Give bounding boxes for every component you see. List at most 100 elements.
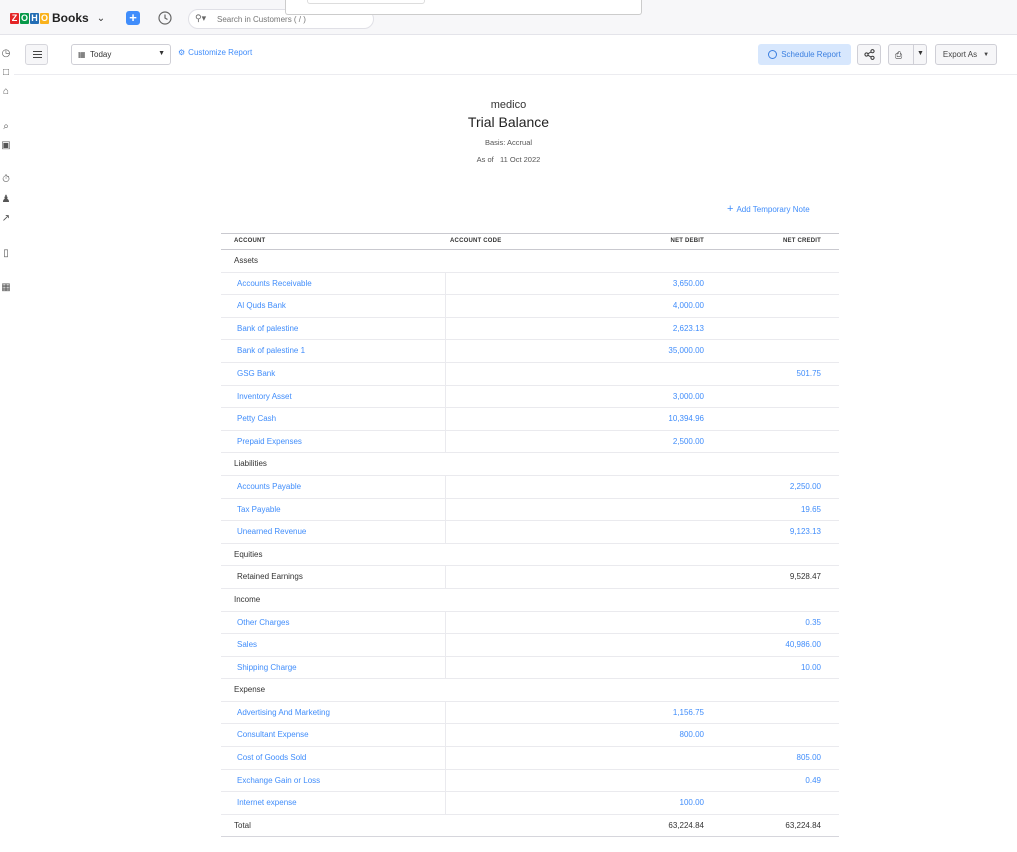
- accountant-icon[interactable]: ♟: [0, 193, 12, 205]
- net-credit-value[interactable]: 10.00: [801, 663, 821, 672]
- add-temporary-note-link[interactable]: + Add Temporary Note: [727, 203, 810, 215]
- column-header-account[interactable]: ACCOUNT: [234, 238, 265, 244]
- account-name[interactable]: Al Quds Bank: [237, 301, 286, 310]
- table-row: Internet expense 100.00: [221, 792, 839, 815]
- column-header-net-debit[interactable]: NET DEBIT: [671, 238, 704, 244]
- top-bar: ZOHO Books ⌄ + ⚲▾: [0, 0, 1017, 35]
- recent-history-icon[interactable]: [157, 10, 173, 26]
- time-tracking-icon[interactable]: ⏱: [0, 173, 12, 185]
- printer-icon[interactable]: ⎙: [895, 50, 902, 61]
- net-credit-value[interactable]: 0.49: [805, 776, 821, 785]
- account-name[interactable]: Internet expense: [237, 798, 297, 807]
- date-range-select[interactable]: ▦ Today ▼: [71, 44, 171, 65]
- account-group-label: Assets: [234, 256, 259, 265]
- table-row: Retained Earnings 9,528.47: [221, 566, 839, 589]
- total-label: Total: [234, 820, 251, 830]
- account-group-row: Assets: [221, 250, 839, 273]
- items-icon[interactable]: □: [0, 66, 12, 78]
- table-row: Al Quds Bank 4,000.00: [221, 295, 839, 318]
- net-credit-value[interactable]: 805.00: [797, 753, 821, 762]
- reports-chart-icon[interactable]: ↗: [0, 212, 12, 224]
- net-debit-value[interactable]: 3,000.00: [673, 392, 704, 401]
- net-credit-value[interactable]: 9,123.13: [790, 527, 821, 536]
- table-row: GSG Bank 501.75: [221, 362, 839, 386]
- column-header-net-credit[interactable]: NET CREDIT: [783, 238, 821, 244]
- account-group-row: Income: [221, 589, 839, 612]
- table-row: Sales 40,986.00: [221, 634, 839, 657]
- net-debit-value[interactable]: 100.00: [680, 798, 704, 807]
- account-name[interactable]: GSG Bank: [237, 369, 275, 378]
- account-name[interactable]: Accounts Payable: [237, 482, 301, 491]
- account-name[interactable]: Bank of palestine: [237, 324, 298, 333]
- share-button[interactable]: [857, 44, 881, 65]
- account-name[interactable]: Sales: [237, 640, 257, 649]
- account-name[interactable]: Inventory Asset: [237, 392, 292, 401]
- table-row: Tax Payable 19.65: [221, 498, 839, 522]
- account-name[interactable]: Accounts Receivable: [237, 279, 312, 288]
- documents-folder-icon[interactable]: ▯: [0, 247, 12, 259]
- column-divider: [445, 521, 446, 543]
- share-icon: [863, 49, 875, 60]
- table-row: Accounts Payable 2,250.00: [221, 475, 839, 499]
- net-debit-value[interactable]: 10,394.96: [668, 414, 704, 423]
- net-credit-value[interactable]: 19.65: [801, 505, 821, 514]
- quick-create-button[interactable]: +: [126, 11, 140, 25]
- account-name[interactable]: Petty Cash: [237, 414, 276, 423]
- app-logo[interactable]: ZOHO Books ⌄: [10, 11, 105, 25]
- column-divider: [445, 566, 446, 588]
- column-divider: [445, 317, 446, 340]
- clock-icon: [768, 50, 778, 59]
- chevron-down-icon[interactable]: ⌄: [97, 13, 105, 24]
- print-button[interactable]: ⎙ ▼: [888, 44, 927, 65]
- column-header-account-code[interactable]: ACCOUNT CODE: [450, 238, 501, 244]
- account-name[interactable]: Exchange Gain or Loss: [237, 776, 320, 785]
- account-name[interactable]: Consultant Expense: [237, 730, 309, 739]
- customize-report-link[interactable]: ⚙ Customize Report: [178, 48, 252, 57]
- net-credit-value[interactable]: 501.75: [797, 369, 821, 378]
- net-debit-value[interactable]: 2,623.13: [673, 324, 704, 333]
- account-name[interactable]: Tax Payable: [237, 505, 281, 514]
- net-credit-value[interactable]: 40,986.00: [785, 640, 821, 649]
- search-icon[interactable]: ⚲▾: [195, 13, 206, 24]
- net-credit-value: 9,528.47: [789, 572, 821, 582]
- account-name[interactable]: Other Charges: [237, 618, 289, 627]
- column-divider: [445, 792, 446, 814]
- account-name[interactable]: Advertising And Marketing: [237, 708, 330, 717]
- account-name[interactable]: Prepaid Expenses: [237, 437, 302, 446]
- dashboard-icon[interactable]: ◷: [0, 47, 12, 59]
- net-debit-value[interactable]: 3,650.00: [673, 279, 704, 288]
- logo-tile: O: [40, 12, 49, 24]
- total-net-debit: 63,224.84: [668, 820, 704, 830]
- table-body: Assets Accounts Receivable 3,650.00 Al Quds…: [221, 250, 839, 815]
- net-debit-value[interactable]: 800.00: [680, 730, 704, 739]
- table-row: Other Charges 0.35: [221, 611, 839, 635]
- account-name[interactable]: Shipping Charge: [237, 663, 297, 672]
- as-of-label: As of: [476, 155, 494, 164]
- schedule-report-label: Schedule Report: [781, 50, 841, 59]
- account-name[interactable]: Cost of Goods Sold: [237, 753, 306, 762]
- apps-icon[interactable]: ▦: [0, 281, 12, 293]
- add-note-label: Add Temporary Note: [736, 205, 810, 214]
- account-group-row: Liabilities: [221, 453, 839, 476]
- net-debit-value[interactable]: 2,500.00: [673, 437, 704, 446]
- account-name[interactable]: Bank of palestine 1: [237, 346, 305, 355]
- popup-inner-field: [307, 0, 425, 4]
- schedule-report-button[interactable]: Schedule Report: [758, 44, 851, 65]
- customize-report-label: Customize Report: [188, 48, 253, 57]
- net-debit-value[interactable]: 4,000.00: [673, 301, 704, 310]
- app-brand-name: Books: [52, 11, 89, 25]
- net-credit-value[interactable]: 0.35: [805, 618, 821, 627]
- banking-icon[interactable]: ⌂: [0, 85, 12, 97]
- as-of-date: 11 Oct 2022: [500, 155, 541, 164]
- export-as-button[interactable]: Export As ▼: [935, 44, 997, 65]
- account-name[interactable]: Unearned Revenue: [237, 527, 306, 536]
- print-options-caret-icon[interactable]: ▼: [917, 50, 924, 57]
- column-divider: [445, 430, 446, 453]
- net-debit-value[interactable]: 1,156.75: [673, 708, 704, 717]
- net-debit-value[interactable]: 35,000.00: [668, 346, 704, 355]
- table-row: Bank of palestine 1 35,000.00: [221, 340, 839, 363]
- net-credit-value[interactable]: 2,250.00: [790, 482, 821, 491]
- account-group-label: Income: [234, 594, 261, 604]
- hamburger-menu-button[interactable]: [25, 44, 48, 65]
- column-divider: [445, 611, 446, 634]
